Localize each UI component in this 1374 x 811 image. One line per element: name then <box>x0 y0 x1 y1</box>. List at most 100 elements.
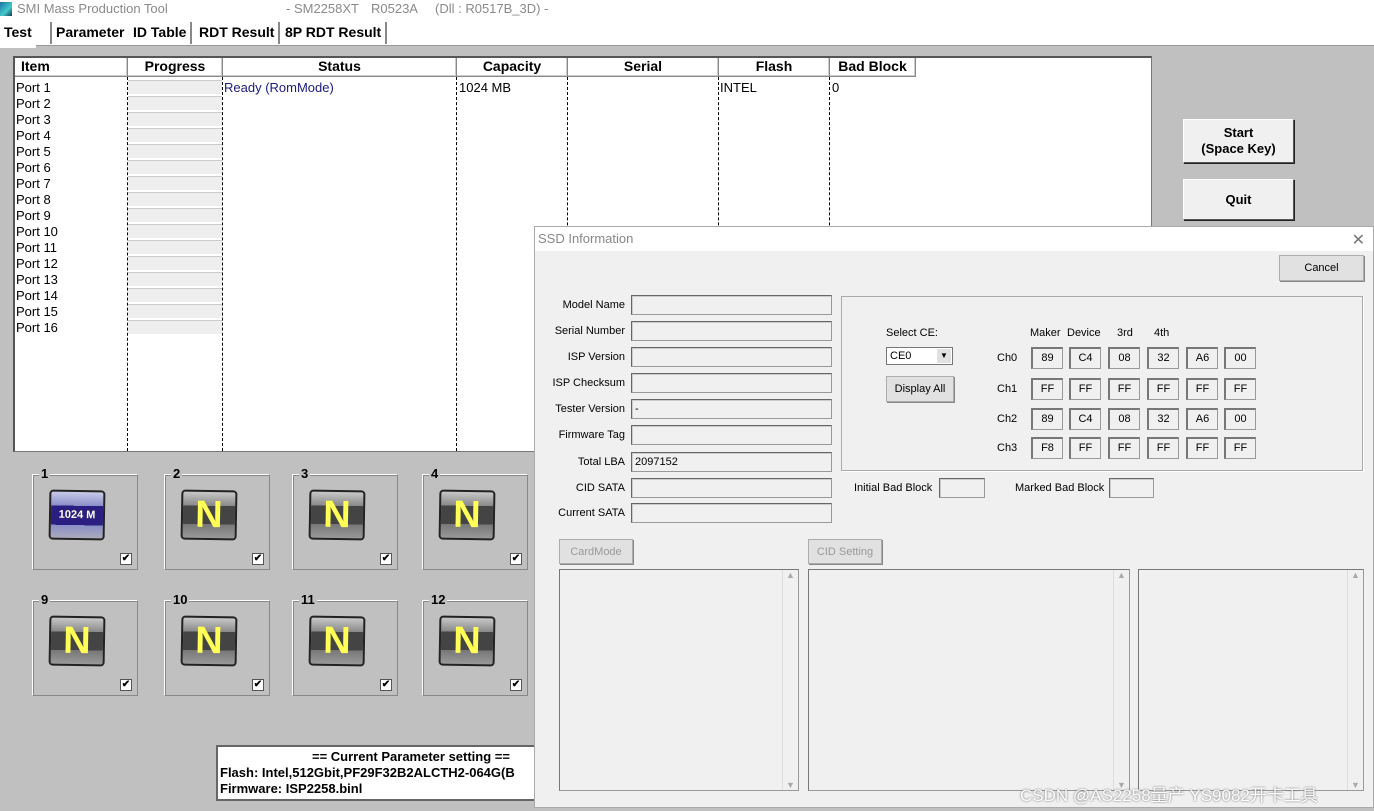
field-label: ISP Version <box>567 351 625 363</box>
port-enable-checkbox[interactable]: ✔ <box>380 679 392 691</box>
port-enable-checkbox[interactable]: ✔ <box>252 553 264 565</box>
marked-bad-block-label: Marked Bad Block <box>1015 482 1105 494</box>
progress-bar <box>128 272 222 287</box>
watermark: CSDN @AS2258量产 YS9082开卡工具 <box>1020 786 1318 805</box>
field-label: Firmware Tag <box>558 429 625 441</box>
param-header: == Current Parameter setting == <box>312 749 510 764</box>
progress-bar <box>128 176 222 191</box>
cid-textarea[interactable]: ▲ ▼ <box>808 569 1130 791</box>
port-item[interactable]: Port 15 <box>16 304 58 320</box>
field-value[interactable]: - <box>631 399 832 419</box>
status-cell: Ready (RomMode) <box>224 80 334 95</box>
port-tile[interactable]: 10 N ✔ <box>164 592 270 696</box>
start-shortcut-label: (Space Key) <box>1201 141 1276 156</box>
channel-label: Ch1 <box>997 383 1018 395</box>
port-item[interactable]: Port 4 <box>16 128 51 144</box>
hex-column-header: 3rd <box>1117 327 1133 339</box>
port-tile[interactable]: 9 N ✔ <box>32 592 138 696</box>
port-tile[interactable]: 2 N ✔ <box>164 466 270 570</box>
progress-bar <box>128 288 222 303</box>
port-item[interactable]: Port 11 <box>16 240 57 256</box>
progress-bar <box>128 256 222 271</box>
header-item[interactable]: Item <box>15 58 128 77</box>
port-item[interactable]: Port 10 <box>16 224 58 240</box>
field-value[interactable] <box>631 295 832 315</box>
port-number: 4 <box>429 466 441 481</box>
no-device-icon: N <box>180 615 238 667</box>
scrollbar[interactable]: ▲ ▼ <box>1113 570 1129 790</box>
scrollbar[interactable]: ▲ ▼ <box>1347 570 1363 790</box>
tab-test[interactable]: Test <box>0 22 36 48</box>
field-value[interactable] <box>631 373 832 393</box>
flash-id-byte: C4 <box>1069 347 1101 369</box>
port-number: 1 <box>39 466 51 481</box>
tab-id-table[interactable]: ID Table <box>129 22 193 44</box>
port-enable-checkbox[interactable]: ✔ <box>120 679 132 691</box>
marked-bad-block-field[interactable] <box>1109 478 1154 498</box>
port-tile[interactable]: 3 N ✔ <box>292 466 398 570</box>
progress-bar <box>128 208 222 223</box>
port-tile[interactable]: 11 N ✔ <box>292 592 398 696</box>
quit-button[interactable]: Quit <box>1183 179 1294 220</box>
field-value[interactable] <box>631 321 832 341</box>
header-bad-block[interactable]: Bad Block <box>830 58 916 77</box>
port-tile[interactable]: 1 1024 M ✔ <box>32 466 138 570</box>
field-label: CID SATA <box>575 482 625 494</box>
flash-id-byte: FF <box>1186 378 1218 400</box>
channel-label: Ch3 <box>997 442 1018 454</box>
port-enable-checkbox[interactable]: ✔ <box>252 679 264 691</box>
select-ce-dropdown[interactable]: CE0 ▼ <box>886 347 953 365</box>
port-item[interactable]: Port 16 <box>16 320 58 336</box>
port-item[interactable]: Port 13 <box>16 272 58 288</box>
field-label: Serial Number <box>554 325 625 337</box>
field-value[interactable] <box>631 503 832 523</box>
display-all-button[interactable]: Display All <box>886 376 954 402</box>
header-capacity[interactable]: Capacity <box>457 58 568 77</box>
port-enable-checkbox[interactable]: ✔ <box>510 553 522 565</box>
port-item[interactable]: Port 14 <box>16 288 58 304</box>
port-item[interactable]: Port 6 <box>16 160 51 176</box>
field-value[interactable] <box>631 347 832 367</box>
cardmode-textarea[interactable]: ▲ ▼ <box>559 569 799 791</box>
port-item[interactable]: Port 8 <box>16 192 51 208</box>
port-item[interactable]: Port 7 <box>16 176 51 192</box>
header-serial[interactable]: Serial <box>568 58 719 77</box>
progress-bar <box>128 112 222 127</box>
close-icon[interactable]: ✕ <box>1352 230 1365 250</box>
port-item[interactable]: Port 1 <box>16 80 51 96</box>
field-value[interactable] <box>631 425 832 445</box>
tab-parameter[interactable]: Parameter <box>50 22 131 44</box>
flash-id-byte: FF <box>1108 378 1140 400</box>
cid-setting-button[interactable]: CID Setting <box>808 539 882 564</box>
port-tile[interactable]: 4 N ✔ <box>422 466 528 570</box>
port-item[interactable]: Port 9 <box>16 208 51 224</box>
start-label: Start <box>1223 125 1254 140</box>
header-progress[interactable]: Progress <box>128 58 223 77</box>
port-enable-checkbox[interactable]: ✔ <box>510 679 522 691</box>
flash-id-byte: FF <box>1031 378 1063 400</box>
no-device-icon: N <box>438 615 496 667</box>
start-button[interactable]: Start (Space Key) <box>1183 119 1294 163</box>
header-status[interactable]: Status <box>223 58 457 77</box>
info-textarea[interactable]: ▲ ▼ <box>1138 569 1364 791</box>
hex-column-header: Device <box>1067 327 1101 339</box>
cardmode-button[interactable]: CardMode <box>559 539 633 564</box>
header-flash[interactable]: Flash <box>719 58 830 77</box>
port-item[interactable]: Port 2 <box>16 96 51 112</box>
port-item[interactable]: Port 5 <box>16 144 51 160</box>
port-item[interactable]: Port 3 <box>16 112 51 128</box>
tab-rdt-result[interactable]: RDT Result <box>195 22 281 44</box>
port-enable-checkbox[interactable]: ✔ <box>120 553 132 565</box>
port-enable-checkbox[interactable]: ✔ <box>380 553 392 565</box>
initial-bad-block-label: Initial Bad Block <box>854 482 933 494</box>
progress-bar <box>128 320 222 335</box>
cancel-button[interactable]: Cancel <box>1279 255 1364 281</box>
scrollbar[interactable]: ▲ ▼ <box>782 570 798 790</box>
port-item[interactable]: Port 12 <box>16 256 58 272</box>
initial-bad-block-field[interactable] <box>939 478 985 498</box>
tab-8p-rdt-result[interactable]: 8P RDT Result <box>281 22 388 44</box>
field-value[interactable]: 2097152 <box>631 452 832 472</box>
field-value[interactable] <box>631 478 832 498</box>
chevron-down-icon[interactable]: ▼ <box>937 349 951 363</box>
port-tile[interactable]: 12 N ✔ <box>422 592 528 696</box>
